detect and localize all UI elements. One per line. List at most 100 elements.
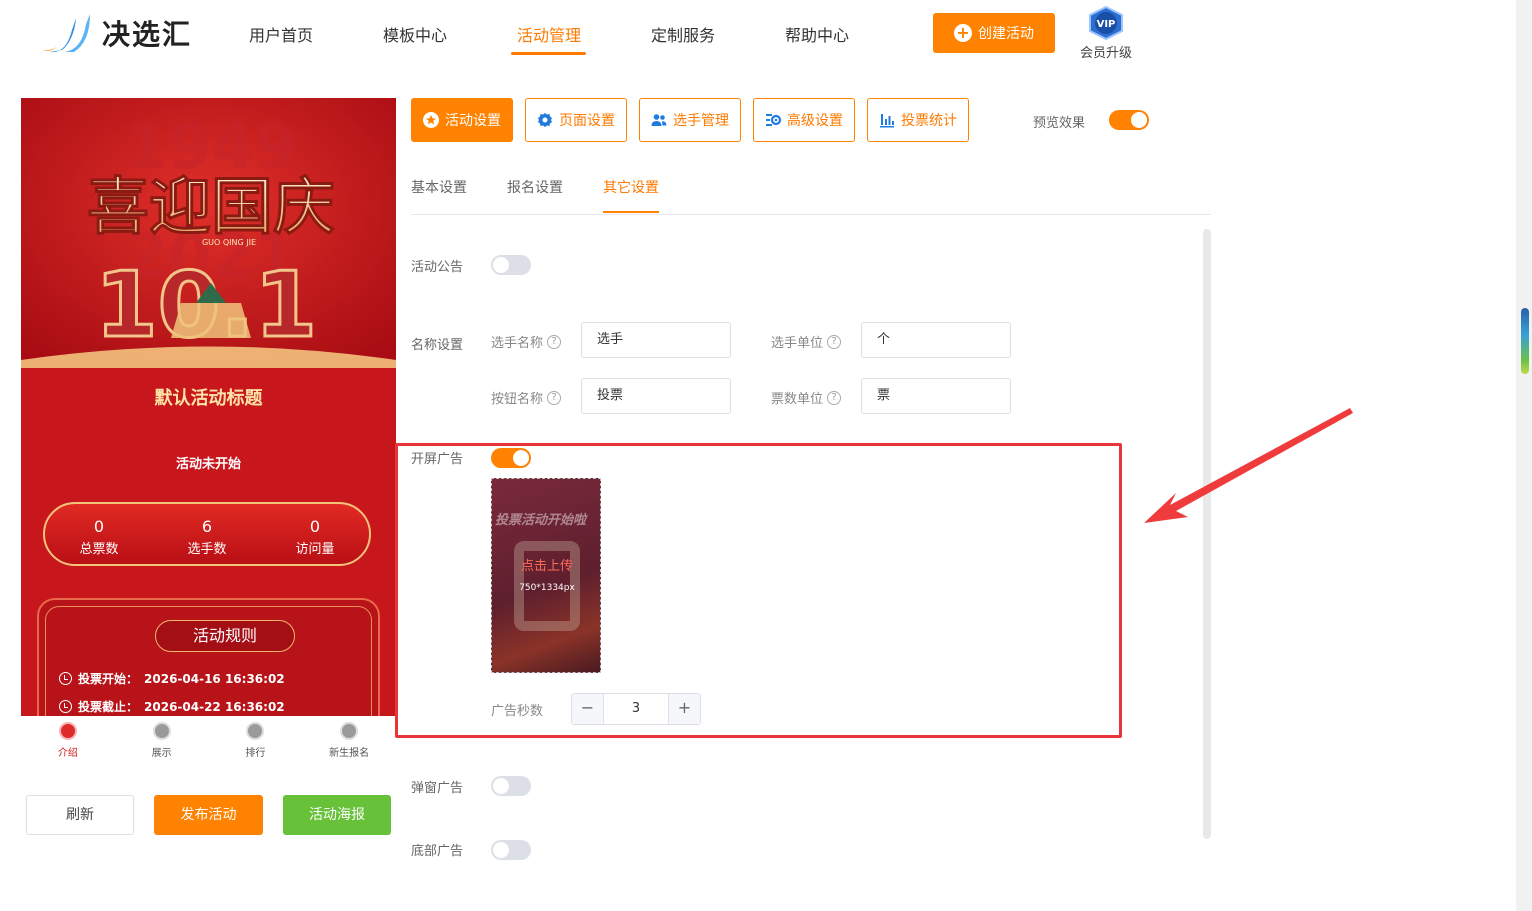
display-icon	[152, 722, 171, 740]
notice-toggle[interactable]	[491, 255, 531, 275]
subtab-other[interactable]: 其它设置	[603, 177, 659, 197]
tab-display[interactable]: 展示	[115, 716, 209, 766]
nav-custom-service[interactable]: 定制服务	[651, 22, 715, 46]
logo[interactable]: 决选汇	[40, 10, 192, 56]
plus-circle-icon: +	[954, 24, 972, 42]
field-label: 按钮名称	[491, 392, 544, 407]
tab-label: 页面设置	[559, 113, 615, 129]
tab-player-management[interactable]: 选手管理	[639, 98, 741, 142]
help-icon[interactable]: ?	[547, 390, 562, 405]
splash-ad-toggle[interactable]	[491, 448, 531, 468]
stat-value: 6	[201, 517, 213, 536]
tab-vote-statistics[interactable]: 投票统计	[867, 98, 969, 142]
logo-icon	[42, 14, 90, 53]
vote-unit-input[interactable]: 票	[861, 378, 1011, 414]
preview-effect-label: 预览效果	[1033, 116, 1086, 131]
preview-effect-toggle[interactable]	[1109, 110, 1149, 130]
decrement-button[interactable]: −	[572, 694, 604, 724]
field-label: 票数单位	[771, 392, 824, 407]
subtab-active-underline	[603, 211, 659, 213]
annotation-arrow-icon	[1144, 408, 1353, 523]
poster-button[interactable]: 活动海报	[283, 795, 391, 835]
rule-label: 投票开始：	[78, 672, 139, 686]
logo-text: 决选汇	[102, 18, 193, 51]
settings-scrollbar[interactable]	[1203, 229, 1211, 839]
tab-label: 选手管理	[673, 113, 729, 129]
activity-title: 默认活动标题	[154, 388, 263, 409]
ad-seconds-label: 广告秒数	[491, 704, 544, 719]
signup-icon	[340, 722, 359, 740]
subtab-signup[interactable]: 报名设置	[507, 177, 563, 197]
splash-ad-upload[interactable]: 投票活动开始啦 点击上传 750*1334px	[491, 478, 601, 673]
player-name-input[interactable]: 选手	[581, 322, 731, 358]
stat-players: 6 选手数	[153, 504, 261, 564]
increment-button[interactable]: +	[668, 694, 700, 724]
rule-value: 2026-04-16 16:36:02	[144, 671, 285, 686]
activity-status: 活动未开始	[175, 457, 241, 472]
player-unit-label: 选手单位 ?	[771, 332, 842, 351]
splash-ad-label: 开屏广告	[411, 452, 464, 467]
poster-subtitle: GUO QING JIE	[202, 238, 256, 247]
tab-label: 展示	[151, 748, 172, 759]
player-unit-input[interactable]: 个	[861, 322, 1011, 358]
stats-panel: 0 总票数 6 选手数 0 访问量	[43, 502, 371, 566]
ranking-icon	[246, 722, 265, 740]
naming-label: 名称设置	[411, 338, 464, 353]
rule-vote-end: 投票截止： 2026-04-22 16:36:02	[59, 698, 285, 715]
stat-value: 0	[93, 517, 105, 536]
nav-user-home[interactable]: 用户首页	[249, 22, 313, 46]
nav-active-underline	[511, 52, 586, 55]
tab-label: 介绍	[57, 748, 78, 759]
star-icon	[423, 112, 439, 128]
tab-label: 新生报名	[329, 748, 370, 759]
rules-title: 活动规则	[155, 620, 295, 652]
clock-icon	[59, 700, 72, 713]
refresh-button[interactable]: 刷新	[26, 795, 134, 835]
player-name-label: 选手名称 ?	[491, 332, 562, 351]
intro-icon	[58, 722, 77, 740]
subtab-basic[interactable]: 基本设置	[411, 177, 467, 197]
gear-icon	[538, 113, 552, 127]
tab-ranking[interactable]: 排行	[209, 716, 303, 766]
create-activity-button[interactable]: + 创建活动	[933, 13, 1055, 53]
clock-icon	[59, 672, 72, 685]
help-icon[interactable]: ?	[827, 390, 842, 405]
bottom-ad-toggle[interactable]	[491, 840, 531, 860]
nav-help-center[interactable]: 帮助中心	[785, 22, 849, 46]
vip-icon[interactable]: VIP	[1087, 6, 1125, 40]
window-scrollbar[interactable]	[1516, 0, 1532, 911]
tab-activity-settings[interactable]: 活动设置	[411, 98, 513, 142]
nav-activity-management[interactable]: 活动管理	[517, 22, 581, 46]
upload-bg-title: 投票活动开始啦	[495, 513, 587, 528]
field-label: 选手名称	[491, 336, 544, 351]
rule-vote-start: 投票开始： 2026-04-16 16:36:02	[59, 670, 285, 687]
poster-title: 喜迎国庆	[87, 170, 335, 243]
nav-template-center[interactable]: 模板中心	[383, 22, 447, 46]
tab-page-settings[interactable]: 页面设置	[525, 98, 627, 142]
vote-unit-label: 票数单位 ?	[771, 388, 842, 407]
stat-value: 0	[309, 517, 321, 536]
tab-label: 活动设置	[445, 113, 501, 129]
button-name-input[interactable]: 投票	[581, 378, 731, 414]
tab-label: 投票统计	[901, 113, 957, 129]
help-icon[interactable]: ?	[547, 334, 562, 349]
window-scroll-thumb[interactable]	[1521, 308, 1529, 374]
ad-seconds-value[interactable]: 3	[604, 694, 668, 724]
stat-visits: 0 访问量	[261, 504, 369, 564]
stat-label: 访问量	[295, 542, 335, 557]
tab-intro[interactable]: 介绍	[21, 716, 115, 766]
notice-label: 活动公告	[411, 260, 464, 275]
popup-ad-toggle[interactable]	[491, 776, 531, 796]
vip-upgrade-label[interactable]: 会员升级	[1080, 42, 1132, 61]
publish-button[interactable]: 发布活动	[154, 795, 263, 835]
poster-image: 1949 2021 喜迎国庆 GUO QING JIE 10.1	[21, 98, 396, 368]
popup-ad-label: 弹窗广告	[411, 781, 464, 796]
create-activity-label: 创建活动	[978, 26, 1034, 42]
tab-label: 排行	[245, 748, 266, 759]
help-icon[interactable]: ?	[827, 334, 842, 349]
upload-size: 750*1334px	[519, 583, 575, 593]
tab-advanced-settings[interactable]: 高级设置	[753, 98, 855, 142]
users-icon	[651, 114, 667, 126]
bottom-ad-label: 底部广告	[411, 844, 464, 859]
tab-signup[interactable]: 新生报名	[302, 716, 396, 766]
